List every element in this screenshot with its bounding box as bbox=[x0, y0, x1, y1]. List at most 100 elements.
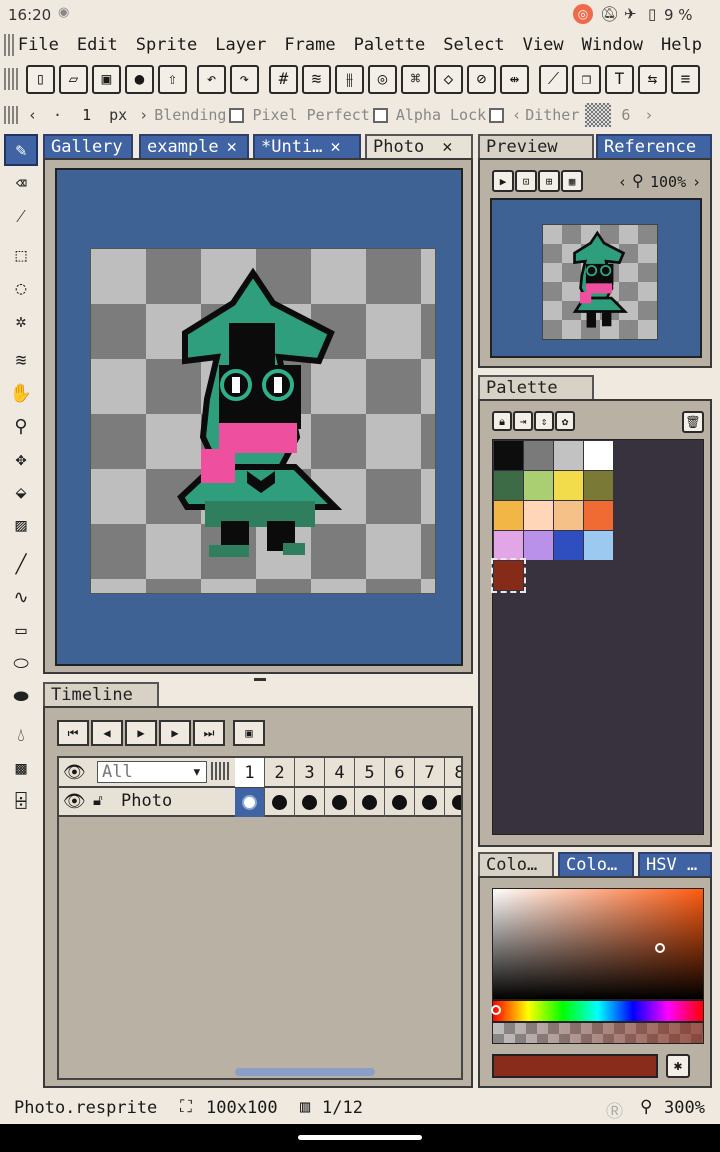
preview-center-icon[interactable]: ⊡ bbox=[515, 170, 537, 192]
frame-header-3[interactable]: 3 bbox=[295, 758, 325, 787]
tab-photo[interactable]: Photo ✕ bbox=[365, 134, 473, 158]
pencil-icon[interactable]: ✎ bbox=[4, 134, 38, 166]
tab-example[interactable]: example ✕ bbox=[139, 134, 249, 158]
color-options-icon[interactable]: ✱ bbox=[666, 1054, 690, 1078]
save-icon[interactable]: ▣ bbox=[92, 64, 121, 94]
preview-grid-icon[interactable]: ▦ bbox=[561, 170, 583, 192]
menu-window[interactable]: Window bbox=[582, 35, 643, 55]
palette-swatch-tan[interactable] bbox=[554, 501, 583, 530]
menubar-grip[interactable] bbox=[4, 34, 14, 56]
ellipse-icon[interactable]: ⬭ bbox=[4, 647, 38, 679]
layer-visibility-icon[interactable]: 👁︎ bbox=[63, 791, 86, 812]
clear-icon[interactable]: ⊘ bbox=[467, 64, 496, 94]
settings-gear-icon[interactable]: ● bbox=[125, 64, 154, 94]
duplicate-icon[interactable]: ❐ bbox=[572, 64, 601, 94]
hue-slider[interactable] bbox=[491, 1000, 704, 1022]
last-frame-icon[interactable]: ⏭ bbox=[193, 720, 225, 746]
palette-swatch-lavender[interactable] bbox=[524, 531, 553, 560]
lasso-icon[interactable]: ◌ bbox=[4, 272, 38, 304]
layer-row-photo[interactable]: 👁︎ 🔓︎ Photo bbox=[59, 788, 461, 817]
redo-icon[interactable]: ↷ bbox=[230, 64, 259, 94]
sv-cursor[interactable] bbox=[655, 943, 665, 953]
blur-icon[interactable]: 💧︎ bbox=[4, 719, 38, 751]
menu-edit[interactable]: Edit bbox=[77, 35, 118, 55]
menu-file[interactable]: File bbox=[18, 35, 59, 55]
preview-play-icon[interactable]: ▶ bbox=[492, 170, 514, 192]
dither-value[interactable]: 6 bbox=[621, 106, 630, 124]
layer-lock-icon[interactable]: 🔓︎ bbox=[93, 791, 103, 809]
frame-header-7[interactable]: 7 bbox=[415, 758, 445, 787]
eyedropper-icon[interactable]: ⁄ bbox=[4, 200, 38, 232]
open-folder-icon[interactable]: ▱ bbox=[59, 64, 88, 94]
zoom-icon[interactable]: ⚲ bbox=[4, 410, 38, 442]
tab-photo-close-icon[interactable]: ✕ bbox=[442, 137, 452, 157]
menu-sprite[interactable]: Sprite bbox=[136, 35, 197, 55]
tab-untitled[interactable]: *Unti… ✕ bbox=[253, 134, 361, 158]
tab-example-close-icon[interactable]: ✕ bbox=[227, 137, 237, 157]
text-tool-icon[interactable]: T bbox=[605, 64, 634, 94]
tab-palette[interactable]: Palette bbox=[478, 375, 594, 399]
status-canvas-size[interactable]: 100x100 bbox=[206, 1098, 278, 1118]
visibility-all-icon[interactable]: 👁︎ bbox=[63, 762, 86, 783]
cel-5[interactable] bbox=[355, 788, 385, 817]
current-color-swatch[interactable] bbox=[492, 1054, 658, 1078]
flip-icon[interactable]: ⇆ bbox=[638, 64, 667, 94]
pixel-perfect-checkbox[interactable] bbox=[372, 107, 388, 123]
timeline-scrollbar[interactable] bbox=[235, 1068, 375, 1076]
canvas-viewport[interactable] bbox=[55, 168, 463, 666]
layers-icon[interactable]: ≋ bbox=[302, 64, 331, 94]
palette-swatch-light-gray[interactable] bbox=[554, 441, 583, 470]
sprite-canvas[interactable] bbox=[90, 248, 436, 594]
frame-grip-icon[interactable] bbox=[211, 762, 229, 780]
palette-grid[interactable] bbox=[491, 439, 704, 835]
preview-zoom-increase-icon[interactable]: › bbox=[692, 173, 701, 191]
palette-swatch-black[interactable] bbox=[494, 441, 523, 470]
cel-4[interactable] bbox=[325, 788, 355, 817]
dither-decrease-icon[interactable]: ‹ bbox=[512, 106, 521, 124]
cel-6[interactable] bbox=[385, 788, 415, 817]
preview-zoom-decrease-icon[interactable]: ‹ bbox=[618, 173, 627, 191]
palette-resize-icon[interactable]: ⇕ bbox=[534, 411, 554, 431]
palette-swatch-orange-yellow[interactable] bbox=[494, 501, 523, 530]
cel-7[interactable] bbox=[415, 788, 445, 817]
line-icon[interactable]: ╱ bbox=[4, 548, 38, 580]
tile-mode-icon[interactable]: ⌘ bbox=[401, 64, 430, 94]
jumble-icon[interactable]: ▩ bbox=[4, 752, 38, 784]
tab-color-2[interactable]: Colo… bbox=[558, 852, 634, 876]
palette-swatch-light-blue[interactable] bbox=[584, 531, 613, 560]
size-value[interactable]: 1 bbox=[82, 106, 91, 124]
layer-move-icon[interactable]: ≋ bbox=[4, 344, 38, 376]
palette-swatch-dark-green[interactable] bbox=[494, 471, 523, 500]
undo-icon[interactable]: ↶ bbox=[197, 64, 226, 94]
blending-checkbox[interactable] bbox=[229, 107, 245, 123]
toolbar-grip[interactable] bbox=[4, 68, 18, 90]
alpha-lock-checkbox[interactable] bbox=[489, 107, 505, 123]
preview-viewport[interactable] bbox=[490, 198, 702, 358]
palette-swatch-selected-brown[interactable] bbox=[491, 558, 526, 593]
hand-icon[interactable]: ✋ bbox=[4, 377, 38, 409]
tab-gallery[interactable]: Gallery bbox=[43, 134, 133, 158]
layer-name[interactable]: Photo bbox=[121, 791, 172, 811]
fill-bucket-icon[interactable]: ⬙ bbox=[4, 476, 38, 508]
menu-frame[interactable]: Frame bbox=[284, 35, 335, 55]
palette-swatch-pink[interactable] bbox=[494, 531, 523, 560]
more-toolbar-icon[interactable]: ≡ bbox=[671, 64, 700, 94]
palette-swatch-olive[interactable] bbox=[584, 471, 613, 500]
first-frame-icon[interactable]: ⏮ bbox=[57, 720, 89, 746]
tab-preview[interactable]: Preview bbox=[478, 134, 594, 158]
symmetry-icon[interactable]: ⟋ bbox=[539, 64, 568, 94]
panel-resize-handle[interactable] bbox=[254, 678, 266, 681]
dither-pattern-swatch[interactable] bbox=[585, 103, 612, 127]
frame-header-8[interactable]: 8 bbox=[445, 758, 461, 787]
frame-header-2[interactable]: 2 bbox=[265, 758, 295, 787]
curve-icon[interactable]: ∿ bbox=[4, 581, 38, 613]
options-grip[interactable] bbox=[4, 106, 18, 124]
dither-increase-icon[interactable]: › bbox=[644, 106, 653, 124]
size-increase-icon[interactable]: › bbox=[139, 106, 148, 124]
status-zoom[interactable]: 300% bbox=[664, 1098, 705, 1118]
eraser-icon[interactable]: ⌫ bbox=[4, 167, 38, 199]
tab-untitled-close-icon[interactable]: ✕ bbox=[330, 137, 340, 157]
play-icon[interactable]: ▶ bbox=[125, 720, 157, 746]
hue-cursor[interactable] bbox=[491, 1005, 501, 1015]
palette-swatch-white[interactable] bbox=[584, 441, 613, 470]
